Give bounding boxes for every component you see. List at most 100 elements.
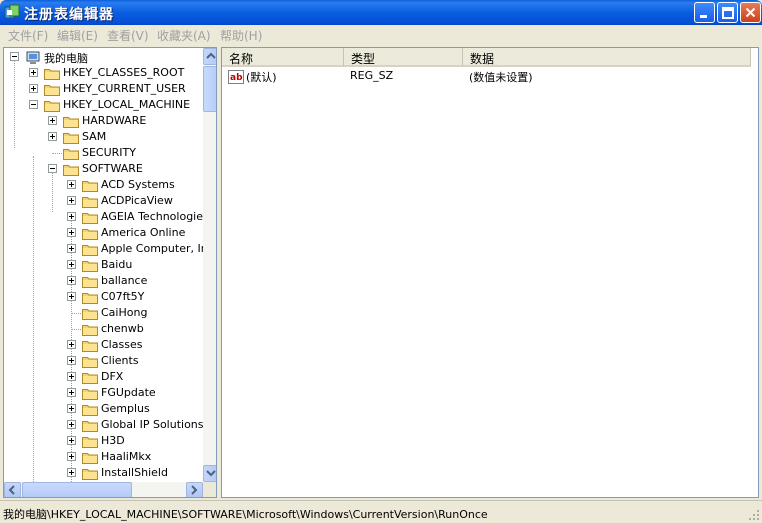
collapse-icon[interactable]	[10, 52, 19, 61]
tree-item-key[interactable]: SECURITY	[4, 145, 202, 161]
collapse-icon[interactable]	[29, 100, 38, 109]
tree-item-label: DFX	[101, 370, 124, 383]
tree-item-hive[interactable]: HKEY_CLASSES_ROOT	[4, 65, 202, 81]
status-path: 我的电脑\HKEY_LOCAL_MACHINE\SOFTWARE\Microso…	[3, 508, 488, 521]
expand-icon[interactable]	[67, 452, 76, 461]
tree-item-software-key[interactable]: C07ft5Y	[4, 289, 202, 305]
chevron-right-icon	[191, 485, 198, 495]
tree-item-software-key[interactable]: ballance	[4, 273, 202, 289]
tree-item-software-key[interactable]: Apple Computer, Inc	[4, 241, 214, 257]
scroll-down-button[interactable]	[203, 465, 216, 482]
expand-icon[interactable]	[67, 340, 76, 349]
title-bar[interactable]: 注册表编辑器	[0, 0, 762, 25]
tree-item-software-key[interactable]: HaaliMkx	[4, 449, 202, 465]
expand-icon[interactable]	[29, 84, 38, 93]
tree-item-hive[interactable]: HKEY_CURRENT_USER	[4, 81, 202, 97]
menu-view[interactable]: 查看(V)	[107, 27, 149, 44]
tree-item-software-key[interactable]: Global IP Solutions	[4, 417, 204, 433]
maximize-button[interactable]	[717, 2, 738, 23]
tree-item-label: HKEY_CLASSES_ROOT	[63, 66, 185, 79]
expand-icon[interactable]	[67, 196, 76, 205]
expand-icon[interactable]	[67, 372, 76, 381]
folder-icon	[82, 259, 98, 272]
tree-item-software-key[interactable]: America Online	[4, 225, 202, 241]
menu-help[interactable]: 帮助(H)	[220, 27, 262, 44]
tree-item-key[interactable]: HARDWARE	[4, 113, 202, 129]
close-button[interactable]	[740, 2, 761, 23]
scroll-right-button[interactable]	[186, 482, 203, 497]
folder-icon	[82, 467, 98, 480]
tree-item-software-key[interactable]: ACDPicaView	[4, 193, 202, 209]
tree-item-software-key[interactable]: FGUpdate	[4, 385, 202, 401]
tree-horizontal-scrollbar[interactable]	[4, 482, 203, 497]
expand-icon[interactable]	[67, 356, 76, 365]
string-value-icon: ab	[228, 70, 244, 84]
scroll-up-button[interactable]	[203, 48, 216, 65]
tree-item-software-key[interactable]: DFX	[4, 369, 202, 385]
tree-item-software-key[interactable]: Gemplus	[4, 401, 202, 417]
expand-icon[interactable]	[48, 116, 57, 125]
registry-tree[interactable]: 我的电脑 HKEY_CLASSES_ROOT HKEY_CURRENT_USER HK…	[3, 47, 217, 498]
menu-bar: 文件(F) 编辑(E) 查看(V) 收藏夹(A) 帮助(H)	[0, 25, 762, 44]
folder-icon	[82, 403, 98, 416]
tree-vertical-scrollbar[interactable]	[203, 48, 216, 482]
svg-text:ab: ab	[230, 73, 243, 83]
expand-icon[interactable]	[67, 436, 76, 445]
folder-icon	[82, 307, 98, 320]
expand-icon[interactable]	[67, 292, 76, 301]
column-header-type[interactable]: 类型	[344, 48, 463, 67]
column-header-name[interactable]: 名称	[222, 48, 344, 67]
expand-icon[interactable]	[67, 228, 76, 237]
tree-item-label: SAM	[82, 130, 107, 143]
expand-icon[interactable]	[67, 180, 76, 189]
chevron-up-icon	[206, 52, 216, 59]
tree-item-software-key[interactable]: chenwb	[4, 321, 202, 337]
tree-item-software-key[interactable]: Baidu	[4, 257, 202, 273]
tree-item-software-key[interactable]: CaiHong	[4, 305, 202, 321]
tree-item-software-key[interactable]: Classes	[4, 337, 202, 353]
tree-item-label: Apple Computer, Inc	[101, 242, 214, 255]
menu-favorites[interactable]: 收藏夹(A)	[157, 27, 211, 44]
tree-item-software-key[interactable]: ACD Systems	[4, 177, 202, 193]
folder-icon	[82, 291, 98, 304]
column-header-data[interactable]: 数据	[463, 48, 751, 67]
collapse-icon[interactable]	[48, 164, 57, 173]
expand-icon[interactable]	[67, 420, 76, 429]
minimize-button[interactable]	[694, 2, 715, 23]
expand-icon[interactable]	[48, 132, 57, 141]
expand-icon[interactable]	[67, 388, 76, 397]
expand-icon[interactable]	[67, 212, 76, 221]
tree-item-software-key[interactable]: AGEIA Technologies	[4, 209, 209, 225]
tree-item-key[interactable]: SAM	[4, 129, 202, 145]
status-bar: 我的电脑\HKEY_LOCAL_MACHINE\SOFTWARE\Microso…	[0, 500, 762, 523]
scroll-thumb[interactable]	[203, 66, 216, 112]
tree-item-hive[interactable]: HKEY_LOCAL_MACHINE	[4, 97, 202, 113]
values-list[interactable]: 名称 类型 数据 ab (默认) REG_SZ (数值未设置)	[221, 47, 759, 498]
folder-icon	[63, 147, 79, 160]
expand-icon[interactable]	[67, 244, 76, 253]
expand-icon[interactable]	[67, 260, 76, 269]
hscroll-thumb[interactable]	[22, 482, 132, 497]
tree-item-label: H3D	[101, 434, 125, 447]
expand-icon[interactable]	[67, 276, 76, 285]
tree-item-label: ACD Systems	[101, 178, 175, 191]
tree-item-software-key[interactable]: H3D	[4, 433, 202, 449]
folder-icon	[82, 179, 98, 192]
tree-item-label: HARDWARE	[82, 114, 147, 127]
resize-grip-icon[interactable]	[748, 509, 760, 521]
scroll-left-button[interactable]	[4, 482, 21, 497]
tree-item-software-key[interactable]: InstallShield	[4, 465, 202, 481]
tree-item-label: chenwb	[101, 322, 144, 335]
menu-edit[interactable]: 编辑(E)	[57, 27, 98, 44]
tree-item-key[interactable]: SOFTWARE	[4, 161, 202, 177]
tree-item-software-key[interactable]: Clients	[4, 353, 202, 369]
expand-icon[interactable]	[67, 468, 76, 477]
folder-icon	[44, 99, 60, 112]
expand-icon[interactable]	[67, 404, 76, 413]
tree-connector	[71, 313, 81, 314]
value-data: (数值未设置)	[469, 71, 533, 84]
menu-file[interactable]: 文件(F)	[8, 27, 48, 44]
folder-icon	[44, 83, 60, 96]
expand-icon[interactable]	[29, 68, 38, 77]
tree-item-my-computer[interactable]: 我的电脑	[4, 49, 202, 65]
